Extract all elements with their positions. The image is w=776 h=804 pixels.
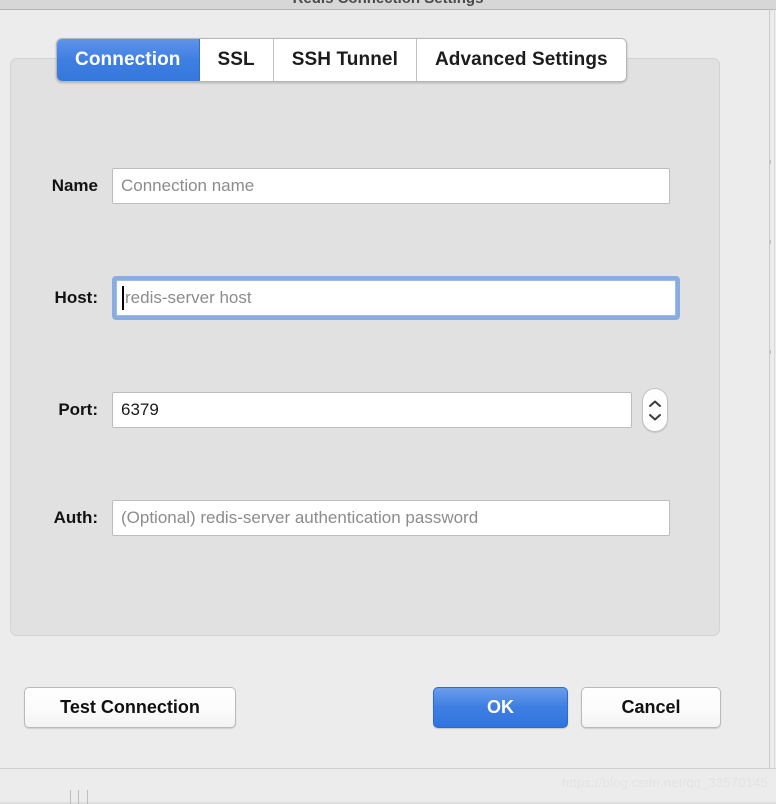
field-row-port: Port: [40,388,668,432]
port-label: Port: [58,400,98,419]
name-label: Name [51,176,98,195]
field-row-auth: Auth: [40,500,670,536]
window-border-bottom [0,768,776,769]
test-connection-button[interactable]: Test Connection [24,687,236,728]
edge-artifact [770,350,771,354]
auth-label: Auth: [53,508,98,527]
stepper-up-icon[interactable] [648,399,662,409]
window-border-right-outer [774,9,775,769]
window-title: Redis Connection Settings [0,0,776,7]
stepper-down-icon[interactable] [648,412,662,422]
connection-settings-window: Redis Connection Settings Connection SSL… [0,0,776,804]
tab-connection[interactable]: Connection [57,39,200,81]
connection-name-input[interactable] [112,168,670,204]
edge-artifact [78,790,79,804]
host-input[interactable] [116,280,676,316]
edge-artifact [87,790,88,804]
tab-ssl[interactable]: SSL [199,39,274,81]
edge-artifact [770,240,771,244]
tab-ssh-tunnel[interactable]: SSH Tunnel [273,39,417,81]
connection-form-panel [10,58,720,636]
window-titlebar: Redis Connection Settings [0,0,776,10]
port-stepper[interactable] [642,388,668,432]
cancel-button[interactable]: Cancel [581,687,721,728]
text-caret [122,286,124,310]
window-border-right [769,9,770,769]
ok-button[interactable]: OK [433,687,568,728]
blog-watermark: https://blog.csdn.net/qq_33570145 [561,775,768,790]
settings-tabbar[interactable]: Connection SSL SSH Tunnel Advanced Setti… [56,38,627,82]
edge-artifact [770,160,771,164]
host-label: Host: [54,288,98,307]
host-input-focus-ring[interactable] [112,276,680,320]
field-row-name: Name [40,168,670,204]
auth-password-input[interactable] [112,500,670,536]
tab-advanced-settings[interactable]: Advanced Settings [416,39,626,81]
edge-artifact [70,790,71,804]
field-row-host: Host: [40,276,680,320]
port-input[interactable] [112,392,632,428]
